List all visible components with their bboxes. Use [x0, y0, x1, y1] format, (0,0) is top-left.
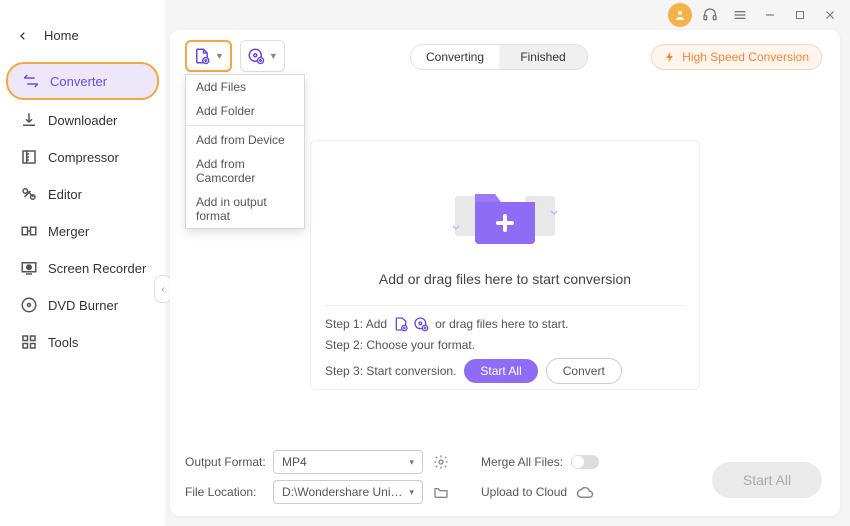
file-location-value: D:\Wondershare UniConverter 1 [282, 485, 409, 499]
tab-converting[interactable]: Converting [411, 45, 499, 69]
sidebar-item-label: Converter [50, 74, 107, 89]
merge-label: Merge All Files: [481, 455, 563, 469]
step3-label: Step 3: Start conversion. [325, 364, 456, 378]
toolbar: ▼ ▼ [185, 40, 285, 72]
sidebar-item-merger[interactable]: Merger [6, 214, 159, 248]
home-label: Home [44, 28, 79, 43]
add-disc-icon [247, 47, 265, 65]
cloud-icon[interactable] [575, 485, 595, 499]
folder-illustration [325, 161, 685, 261]
minimize-button[interactable] [758, 3, 782, 27]
sidebar-item-label: DVD Burner [48, 298, 118, 313]
downloader-icon [18, 111, 40, 129]
sidebar-item-label: Editor [48, 187, 82, 202]
sidebar-item-label: Downloader [48, 113, 117, 128]
converter-icon [20, 72, 42, 90]
steps: Step 1: Add or drag files here to start.… [325, 316, 685, 384]
bolt-icon [664, 51, 676, 63]
step1-suffix: or drag files here to start. [435, 317, 568, 331]
caret-down-icon: ▼ [215, 51, 224, 61]
sidebar-item-compressor[interactable]: Compressor [6, 140, 159, 174]
add-disc-icon [413, 316, 429, 332]
convert-button[interactable]: Convert [546, 358, 622, 384]
home-nav[interactable]: Home [0, 20, 165, 59]
editor-icon [18, 185, 40, 203]
dropdown-item-add-folder[interactable]: Add Folder [186, 99, 304, 123]
output-format-select[interactable]: MP4 ▾ [273, 450, 423, 474]
menu-icon[interactable] [728, 3, 752, 27]
settings-icon[interactable] [431, 454, 451, 470]
sidebar-item-editor[interactable]: Editor [6, 177, 159, 211]
dropzone-title: Add or drag files here to start conversi… [325, 271, 685, 287]
sidebar-item-label: Tools [48, 335, 78, 350]
sidebar-item-label: Screen Recorder [48, 261, 146, 276]
dropdown-item-add-from-device[interactable]: Add from Device [186, 128, 304, 152]
dvd-burner-icon [18, 296, 40, 314]
upload-label: Upload to Cloud [481, 485, 567, 499]
step-3: Step 3: Start conversion. Start All Conv… [325, 358, 685, 384]
add-file-icon [393, 316, 409, 332]
maximize-button[interactable] [788, 3, 812, 27]
merger-icon [18, 222, 40, 240]
step-1: Step 1: Add or drag files here to start. [325, 316, 685, 332]
divider [325, 305, 685, 306]
file-location-label: File Location: [185, 485, 273, 499]
merge-toggle[interactable] [571, 455, 599, 469]
add-file-dropdown-button[interactable]: ▼ [185, 40, 232, 72]
sidebar-item-dvd-burner[interactable]: DVD Burner [6, 288, 159, 322]
dropzone[interactable]: Add or drag files here to start conversi… [310, 140, 700, 390]
output-format-value: MP4 [282, 455, 307, 469]
status-segmented: Converting Finished [410, 44, 588, 70]
dropdown-item-add-from-camcorder[interactable]: Add from Camcorder [186, 152, 304, 190]
tab-finished[interactable]: Finished [499, 45, 587, 69]
add-file-icon [193, 47, 211, 65]
dropdown-item-add-in-output-format[interactable]: Add in output format [186, 190, 304, 228]
file-location-select[interactable]: D:\Wondershare UniConverter 1 ▾ [273, 480, 423, 504]
caret-down-icon: ▼ [269, 51, 278, 61]
add-disc-dropdown-button[interactable]: ▼ [240, 40, 285, 72]
folder-open-icon[interactable] [431, 484, 451, 500]
avatar[interactable] [668, 3, 692, 27]
sidebar-item-label: Merger [48, 224, 89, 239]
sidebar-item-screen-recorder[interactable]: Screen Recorder [6, 251, 159, 285]
divider [186, 125, 304, 126]
sidebar-item-label: Compressor [48, 150, 119, 165]
sidebar-item-downloader[interactable]: Downloader [6, 103, 159, 137]
add-file-dropdown-menu: Add Files Add Folder Add from Device Add… [185, 74, 305, 229]
sidebar-item-converter[interactable]: Converter [6, 62, 159, 100]
tools-icon [18, 333, 40, 351]
caret-down-icon: ▾ [409, 457, 414, 468]
start-all-button[interactable]: Start All [464, 359, 537, 383]
footer-start-all-button[interactable]: Start All [712, 462, 822, 498]
sidebar-item-tools[interactable]: Tools [6, 325, 159, 359]
close-button[interactable] [818, 3, 842, 27]
output-format-label: Output Format: [185, 455, 273, 469]
high-speed-conversion-button[interactable]: High Speed Conversion [651, 44, 822, 70]
dropdown-item-add-files[interactable]: Add Files [186, 75, 304, 99]
screen-recorder-icon [18, 259, 40, 277]
caret-down-icon: ▾ [409, 487, 414, 498]
step-2: Step 2: Choose your format. [325, 338, 685, 352]
step1-prefix: Step 1: Add [325, 317, 387, 331]
main-panel: ▼ ▼ Add Files Add Folder Add from Device… [170, 30, 840, 516]
headset-icon[interactable] [698, 3, 722, 27]
sidebar: Home Converter Downloader Compressor Edi… [0, 0, 165, 526]
compressor-icon [18, 148, 40, 166]
back-icon [18, 31, 34, 41]
hsc-label: High Speed Conversion [682, 50, 809, 64]
